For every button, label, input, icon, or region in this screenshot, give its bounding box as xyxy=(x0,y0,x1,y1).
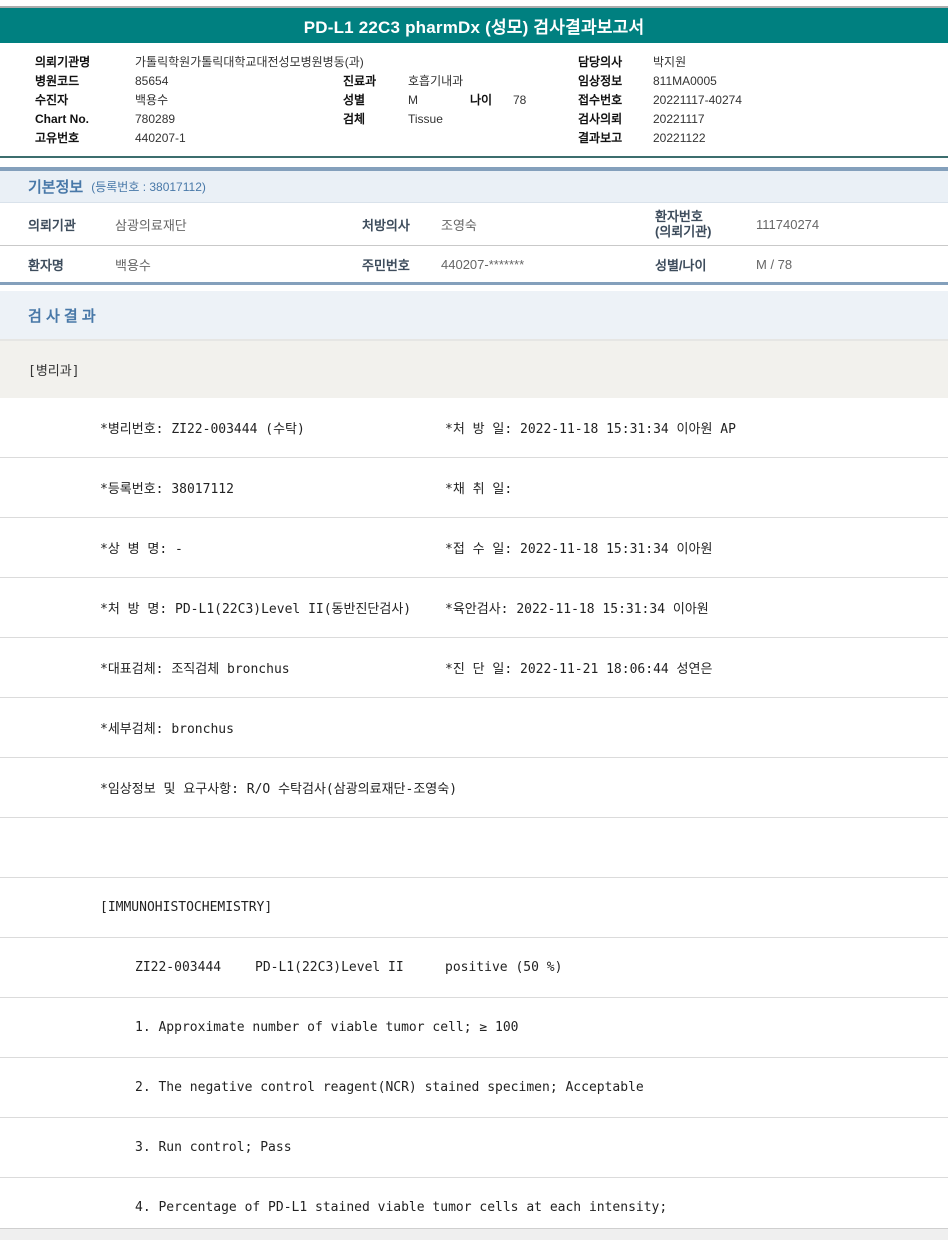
empty-row xyxy=(0,818,948,878)
ihc-note-row: 2. The negative control reagent(NCR) sta… xyxy=(0,1058,948,1118)
field-label: 병원코드 xyxy=(35,74,80,88)
field-label: 검사의뢰 xyxy=(578,112,623,126)
field-label: 나이 xyxy=(470,93,493,107)
field-value: 백용수 xyxy=(115,257,151,273)
result-field-right: *접 수 일: 2022-11-18 15:31:34 이아원 xyxy=(445,542,713,557)
field-label: 의뢰기관명 xyxy=(35,55,91,69)
field-label: 진료과 xyxy=(343,74,377,88)
result-field-right: *진 단 일: 2022-11-21 18:06:44 성연은 xyxy=(445,662,713,677)
field-value: 440207-1 xyxy=(135,131,186,145)
results-section-header: 검 사 결 과 xyxy=(0,291,948,341)
field-label: 주민번호 xyxy=(362,257,410,273)
department-row: [병리과] xyxy=(0,341,948,398)
result-row: *처 방 명: PD-L1(22C3)Level II(동반진단검사) *육안검… xyxy=(0,578,948,638)
footer-strip xyxy=(0,1228,948,1240)
header-row: Chart No. 780289 검체 Tissue 검사의뢰 20221117 xyxy=(0,112,948,127)
top-strip xyxy=(0,0,948,8)
ihc-note: 3. Run control; Pass xyxy=(135,1140,292,1155)
field-label: 검체 xyxy=(343,112,366,126)
result-field-right: *처 방 일: 2022-11-18 15:31:34 이아원 AP xyxy=(445,422,736,437)
field-value: 440207-******* xyxy=(441,256,525,272)
field-value: M xyxy=(408,93,418,107)
ihc-test-name: PD-L1(22C3)Level II xyxy=(255,960,404,975)
section-title: 기본정보 xyxy=(28,179,84,196)
field-value: M / 78 xyxy=(756,256,793,272)
page-title: PD-L1 22C3 pharmDx (성모) 검사결과보고서 xyxy=(303,18,645,37)
result-field-right: *육안검사: 2022-11-18 15:31:34 이아원 xyxy=(445,602,709,617)
ihc-note-row: 1. Approximate number of viable tumor ce… xyxy=(0,998,948,1058)
field-label-line: (의뢰기관) xyxy=(655,224,712,239)
field-label: 환자번호 (의뢰기관) xyxy=(655,209,756,239)
field-label: 의뢰기관 xyxy=(28,217,76,233)
field-label: Chart No. xyxy=(35,112,89,126)
field-label: 처방의사 xyxy=(362,217,410,233)
ihc-note: 2. The negative control reagent(NCR) sta… xyxy=(135,1080,644,1095)
field-value: 호흡기내과 xyxy=(408,74,464,88)
result-field-left: *상 병 명: - xyxy=(100,542,183,557)
field-value: 111740274 xyxy=(756,216,820,232)
basic-info-row: 환자명 백용수 주민번호 440207-******* 성별/나이 M / 78 xyxy=(0,246,948,282)
report-title-bar: PD-L1 22C3 pharmDx (성모) 검사결과보고서 xyxy=(0,8,948,43)
header-row: 고유번호 440207-1 결과보고 20221122 xyxy=(0,131,948,146)
department-label: [병리과] xyxy=(28,364,80,379)
basic-info-header: 기본정보 (등록번호 : 38017112) xyxy=(0,171,948,203)
field-value: 삼광의료재단 xyxy=(115,217,187,233)
field-label: 고유번호 xyxy=(35,131,80,145)
header-row: 수진자 백용수 성별 M 나이 78 접수번호 20221117-40274 xyxy=(0,93,948,108)
result-field-left: *처 방 명: PD-L1(22C3)Level II(동반진단검사) xyxy=(100,602,412,617)
result-field-right: *채 취 일: xyxy=(445,482,513,497)
result-field-left: *세부검체: bronchus xyxy=(100,722,234,737)
field-label: 결과보고 xyxy=(578,131,623,145)
ihc-result-value: positive (50 %) xyxy=(445,960,563,975)
result-field-left: *대표검체: 조직검체 bronchus xyxy=(100,662,290,677)
field-label-line: 환자번호 xyxy=(655,209,703,224)
field-label: 담당의사 xyxy=(578,55,623,69)
field-label: 임상정보 xyxy=(578,74,623,88)
result-field-left: *등록번호: 38017112 xyxy=(100,482,234,497)
field-value: 78 xyxy=(513,93,527,107)
basic-info-section: 기본정보 (등록번호 : 38017112) 의뢰기관 삼광의료재단 처방의사 … xyxy=(0,167,948,285)
report-page: PD-L1 22C3 pharmDx (성모) 검사결과보고서 의뢰기관명 가톨… xyxy=(0,0,948,1240)
report-header-info: 의뢰기관명 가톨릭학원가톨릭대학교대전성모병원병동(과) 담당의사 박지원 병원… xyxy=(0,43,948,151)
result-row: *병리번호: ZI22-003444 (수탁) *처 방 일: 2022-11-… xyxy=(0,398,948,458)
field-value: 85654 xyxy=(135,74,169,88)
basic-info-row: 의뢰기관 삼광의료재단 처방의사 조영숙 환자번호 (의뢰기관) 11174027… xyxy=(0,203,948,246)
field-value: Tissue xyxy=(408,112,443,126)
ihc-note: 4. Percentage of PD-L1 stained viable tu… xyxy=(135,1200,668,1215)
field-value: 811MA0005 xyxy=(653,74,717,88)
result-row: *상 병 명: - *접 수 일: 2022-11-18 15:31:34 이아… xyxy=(0,518,948,578)
field-value: 20221117 xyxy=(653,112,705,126)
field-label: 접수번호 xyxy=(578,93,623,107)
ihc-result-row: ZI22-003444 PD-L1(22C3)Level II positive… xyxy=(0,938,948,998)
ihc-specimen-no: ZI22-003444 xyxy=(135,960,222,975)
result-field-left: *병리번호: ZI22-003444 (수탁) xyxy=(100,422,305,437)
field-value: 가톨릭학원가톨릭대학교대전성모병원병동(과) xyxy=(135,55,364,69)
field-value: 780289 xyxy=(135,112,176,126)
ihc-section-label: [IMMUNOHISTOCHEMISTRY] xyxy=(100,900,273,915)
section-subtitle: (등록번호 : 38017112) xyxy=(91,180,206,194)
header-row: 병원코드 85654 진료과 호흡기내과 임상정보 811MA0005 xyxy=(0,74,948,89)
ihc-note-row: 3. Run control; Pass xyxy=(0,1118,948,1178)
header-row: 의뢰기관명 가톨릭학원가톨릭대학교대전성모병원병동(과) 담당의사 박지원 xyxy=(0,55,948,70)
ihc-note: 1. Approximate number of viable tumor ce… xyxy=(135,1020,519,1035)
field-value: 백용수 xyxy=(135,93,169,107)
field-value: 20221122 xyxy=(653,131,706,145)
result-row: *임상정보 및 요구사항: R/O 수탁검사(삼광의료재단-조영숙) xyxy=(0,758,948,818)
result-row: *대표검체: 조직검체 bronchus *진 단 일: 2022-11-21 … xyxy=(0,638,948,698)
ihc-section-row: [IMMUNOHISTOCHEMISTRY] xyxy=(0,878,948,938)
field-label: 수진자 xyxy=(35,93,69,107)
field-value: 박지원 xyxy=(653,55,687,69)
field-label: 성별 xyxy=(343,93,366,107)
field-value: 조영숙 xyxy=(441,217,477,233)
field-label: 성별/나이 xyxy=(655,257,707,273)
result-row: *등록번호: 38017112 *채 취 일: xyxy=(0,458,948,518)
field-label: 환자명 xyxy=(28,257,64,273)
section-title: 검 사 결 과 xyxy=(28,307,96,325)
result-field-left: *임상정보 및 요구사항: R/O 수탁검사(삼광의료재단-조영숙) xyxy=(100,782,458,797)
field-value: 20221117-40274 xyxy=(653,93,742,107)
result-row: *세부검체: bronchus xyxy=(0,698,948,758)
divider-line xyxy=(0,156,948,158)
